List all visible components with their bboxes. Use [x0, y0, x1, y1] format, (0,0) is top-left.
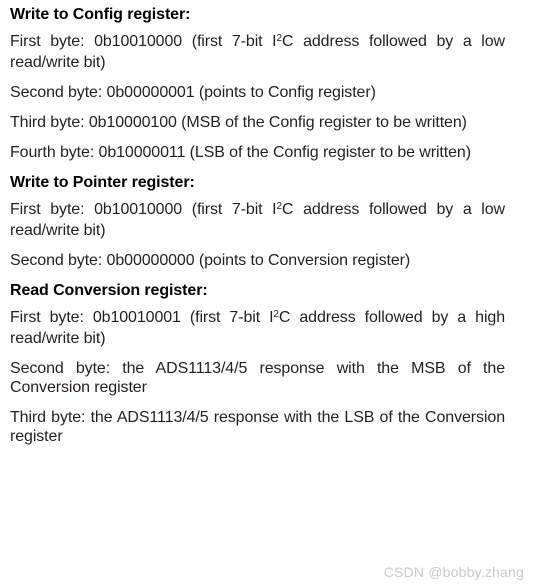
- paragraph-second-byte: Second byte: 0b00000001 (points to Confi…: [10, 84, 376, 101]
- superscript-two: 2: [276, 201, 283, 212]
- section-heading: Write to Config register:: [10, 6, 191, 23]
- paragraph-third-byte: Third byte: the ADS1113/4/5 response wit…: [10, 409, 505, 445]
- section-write-pointer: Write to Pointer register: First byte: 0…: [10, 173, 505, 270]
- section-write-config: Write to Config register: First byte: 0b…: [10, 5, 505, 162]
- section-heading: Write to Pointer register:: [10, 174, 195, 191]
- paragraph-text-pre: First byte: 0b10010000 (first 7-bit I: [10, 33, 277, 50]
- watermark-attribution: CSDN @bobby.zhang: [383, 564, 524, 580]
- paragraph-second-byte: Second byte: the ADS1113/4/5 response wi…: [10, 360, 505, 396]
- superscript-two: 2: [273, 309, 279, 320]
- paragraph-first-byte: First byte: 0b10010000 (first 7-bit I2C …: [10, 200, 505, 240]
- superscript-two: 2: [276, 33, 283, 44]
- paragraph-text-pre: First byte: 0b10010000 (first 7-bit I: [10, 201, 277, 218]
- paragraph-text-pre: First byte: 0b10010001 (first 7-bit I: [10, 309, 274, 326]
- paragraph-second-byte: Second byte: 0b00000000 (points to Conve…: [10, 252, 411, 269]
- section-read-conversion: Read Conversion register: First byte: 0b…: [10, 281, 505, 446]
- paragraph-third-byte: Third byte: 0b10000100 (MSB of the Confi…: [10, 114, 467, 131]
- paragraph-first-byte: First byte: 0b10010001 (first 7-bit I2C …: [10, 308, 505, 348]
- paragraph-first-byte: First byte: 0b10010000 (first 7-bit I2C …: [10, 32, 505, 72]
- section-heading: Read Conversion register:: [10, 282, 208, 299]
- paragraph-fourth-byte: Fourth byte: 0b10000011 (LSB of the Conf…: [10, 144, 471, 161]
- document-page: Write to Config register: First byte: 0b…: [0, 0, 536, 586]
